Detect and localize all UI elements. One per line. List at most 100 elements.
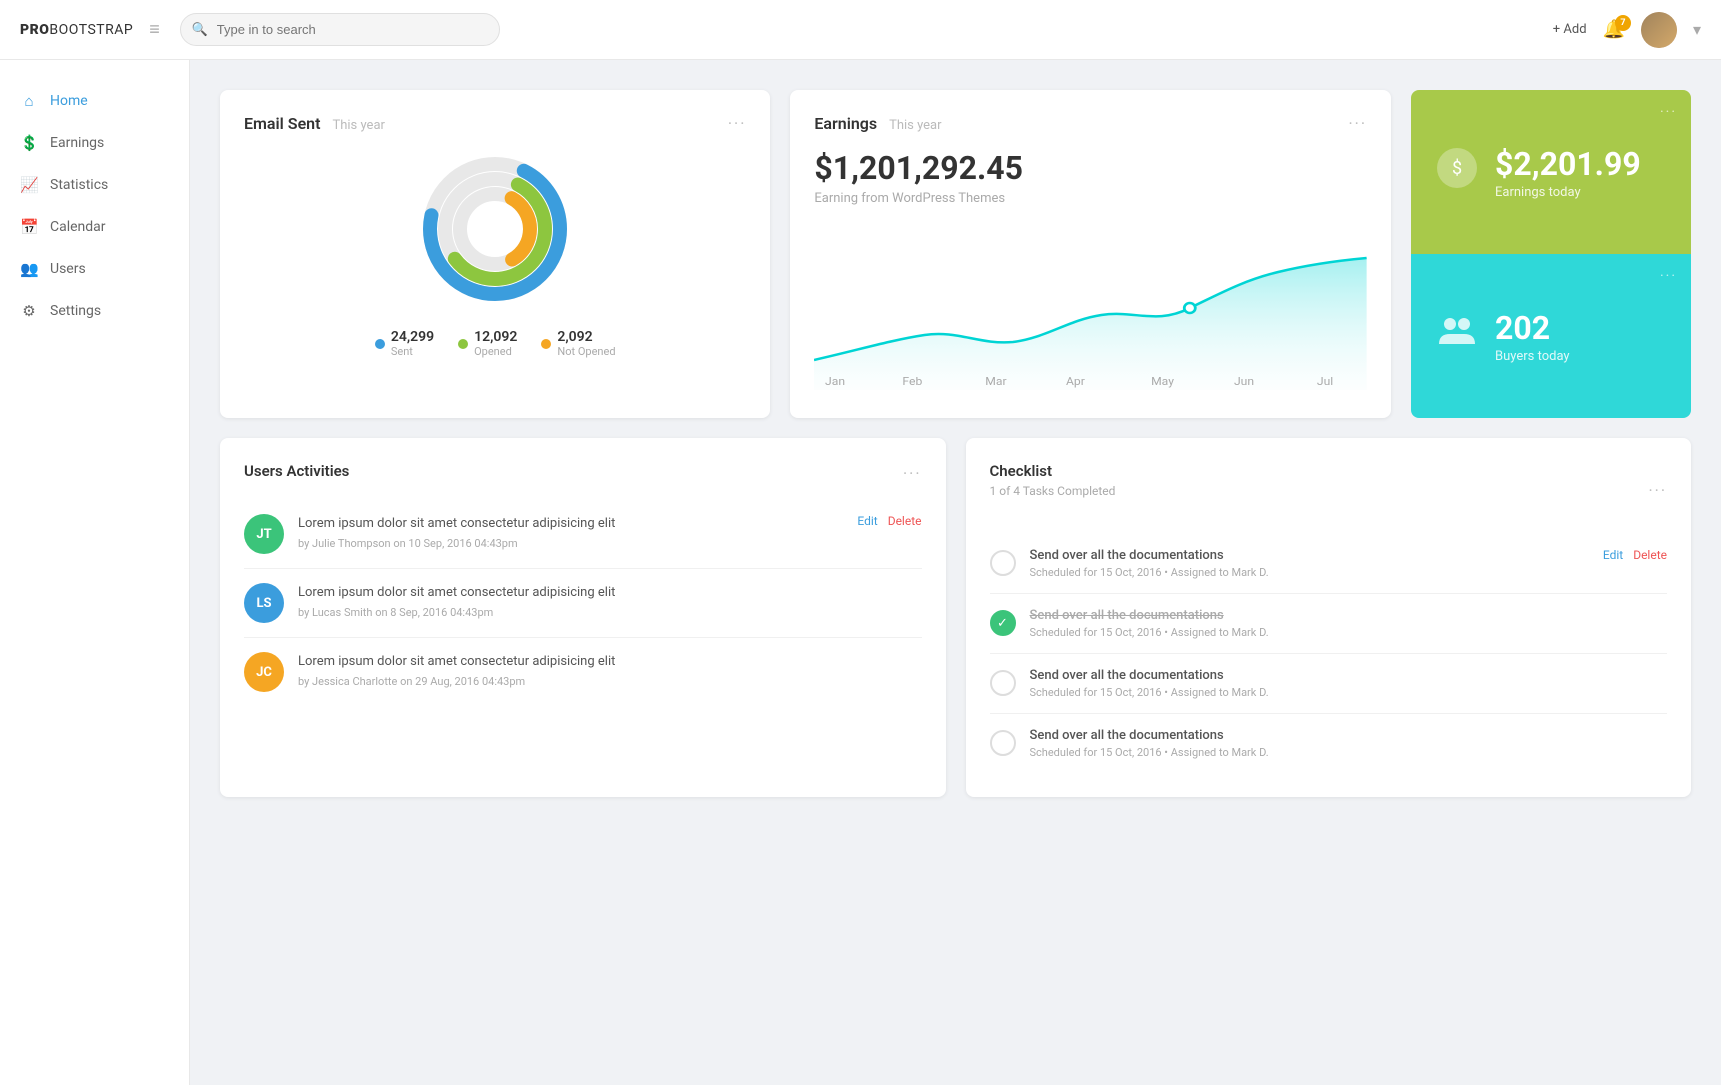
sidebar-item-calendar[interactable]: 📅 Calendar <box>0 206 189 248</box>
check-body-0: Send over all the documentations Schedul… <box>1030 548 1589 579</box>
activity-body-2: Lorem ipsum dolor sit amet consectetur a… <box>298 652 908 688</box>
checklist-more[interactable]: ··· <box>1648 481 1667 500</box>
donut-legend: 24,299 Sent 12,092 Opened <box>244 329 746 358</box>
search-input[interactable] <box>180 13 500 46</box>
email-sent-header: Email Sent This year ··· <box>244 114 746 133</box>
brand-logo: PROBOOTSTRAP <box>20 22 133 38</box>
dollar-icon: 💲 <box>20 134 38 152</box>
top-nav: PROBOOTSTRAP ≡ 🔍 + Add 🔔 7 ▾ <box>0 0 1721 60</box>
avatar-jc: JC <box>244 652 284 692</box>
sidebar-label-statistics: Statistics <box>50 177 108 193</box>
sidebar-item-users[interactable]: 👥 Users <box>0 248 189 290</box>
check-delete-0[interactable]: Delete <box>1633 548 1667 562</box>
activity-actions-0: Edit Delete <box>857 514 921 528</box>
activity-item-0: JT Lorem ipsum dolor sit amet consectetu… <box>244 500 922 569</box>
check-title-1: Send over all the documentations <box>1030 608 1668 623</box>
activity-meta-0: by Julie Thompson on 10 Sep, 2016 04:43p… <box>298 537 843 550</box>
checklist-title: Checklist <box>990 462 1116 480</box>
settings-icon: ⚙ <box>20 302 38 320</box>
svg-text:Jan: Jan <box>825 375 845 388</box>
legend-opened: 12,092 Opened <box>458 329 517 358</box>
notifications-button[interactable]: 🔔 7 <box>1603 19 1625 40</box>
sidebar-label-users: Users <box>50 261 86 277</box>
buyers-today-icon <box>1435 310 1479 363</box>
donut-chart-wrap <box>244 149 746 309</box>
legend-not-opened: 2,092 Not Opened <box>541 329 615 358</box>
search-icon: 🔍 <box>192 22 208 37</box>
buyers-today-inner: 202 Buyers today <box>1435 309 1667 364</box>
check-item-1: ✓ Send over all the documentations Sched… <box>990 594 1668 654</box>
check-title-2: Send over all the documentations <box>1030 668 1668 683</box>
check-circle-2[interactable] <box>990 670 1016 696</box>
earnings-amount: $1,201,292.45 <box>814 149 1367 187</box>
avatar[interactable] <box>1641 12 1677 48</box>
buyers-today-more[interactable]: ··· <box>1660 268 1677 284</box>
check-circle-3[interactable] <box>990 730 1016 756</box>
check-body-1: Send over all the documentations Schedul… <box>1030 608 1668 639</box>
activity-meta-2: by Jessica Charlotte on 29 Aug, 2016 04:… <box>298 675 908 688</box>
delete-button-0[interactable]: Delete <box>888 514 922 528</box>
earnings-period: This year <box>889 118 941 133</box>
stats-icon: 📈 <box>20 176 38 194</box>
sidebar-item-home[interactable]: ⌂ Home <box>0 80 189 122</box>
activity-text-0: Lorem ipsum dolor sit amet consectetur a… <box>298 514 843 534</box>
legend-sent: 24,299 Sent <box>375 329 434 358</box>
check-circle-1[interactable]: ✓ <box>990 610 1016 636</box>
user-dropdown-icon[interactable]: ▾ <box>1693 20 1701 39</box>
avatar-ls: LS <box>244 583 284 623</box>
earnings-more[interactable]: ··· <box>1348 114 1367 133</box>
check-title-0: Send over all the documentations <box>1030 548 1589 563</box>
home-icon: ⌂ <box>20 92 38 110</box>
svg-text:Feb: Feb <box>903 375 923 388</box>
svg-text:May: May <box>1151 375 1174 388</box>
check-body-2: Send over all the documentations Schedul… <box>1030 668 1668 699</box>
checklist-header: Checklist 1 of 4 Tasks Completed ··· <box>990 462 1668 518</box>
checklist-subtitle: 1 of 4 Tasks Completed <box>990 484 1116 498</box>
email-sent-card: Email Sent This year ··· <box>220 90 770 418</box>
legend-dot-sent <box>375 339 385 349</box>
activity-text-1: Lorem ipsum dolor sit amet consectetur a… <box>298 583 908 603</box>
sidebar-item-earnings[interactable]: 💲 Earnings <box>0 122 189 164</box>
email-sent-period: This year <box>332 118 384 133</box>
check-edit-0[interactable]: Edit <box>1603 548 1623 562</box>
sidebar-item-statistics[interactable]: 📈 Statistics <box>0 164 189 206</box>
check-meta-1: Scheduled for 15 Oct, 2016 • Assigned to… <box>1030 626 1668 639</box>
legend-lbl-sent: Sent <box>391 345 434 358</box>
donut-chart <box>415 149 575 309</box>
avatar-image <box>1641 12 1677 48</box>
sidebar-label-calendar: Calendar <box>50 219 106 235</box>
earnings-line-chart: Jan Feb Mar Apr May Jun Jul <box>814 230 1367 390</box>
add-button[interactable]: + Add <box>1553 22 1587 37</box>
buyers-today-card: ··· 202 Buyers today <box>1411 254 1691 418</box>
email-sent-title: Email Sent <box>244 114 321 133</box>
email-sent-more[interactable]: ··· <box>728 114 747 133</box>
earnings-subtitle: Earning from WordPress Themes <box>814 191 1367 206</box>
sidebar-label-home: Home <box>50 93 88 109</box>
edit-button-0[interactable]: Edit <box>857 514 877 528</box>
svg-text:Jun: Jun <box>1234 375 1254 388</box>
sidebar-label-earnings: Earnings <box>50 135 104 151</box>
notif-badge: 7 <box>1615 15 1631 31</box>
activity-list: JT Lorem ipsum dolor sit amet consectetu… <box>244 500 922 706</box>
svg-text:Apr: Apr <box>1066 375 1085 388</box>
check-circle-0[interactable] <box>990 550 1016 576</box>
activity-item-1: LS Lorem ipsum dolor sit amet consectetu… <box>244 569 922 638</box>
activity-body-0: Lorem ipsum dolor sit amet consectetur a… <box>298 514 843 550</box>
calendar-icon: 📅 <box>20 218 38 236</box>
check-body-3: Send over all the documentations Schedul… <box>1030 728 1668 759</box>
sidebar-item-settings[interactable]: ⚙ Settings <box>0 290 189 332</box>
cards-row-1: Email Sent This year ··· <box>220 90 1691 418</box>
avatar-jt: JT <box>244 514 284 554</box>
legend-val-opened: 12,092 <box>474 329 517 345</box>
activity-text-2: Lorem ipsum dolor sit amet consectetur a… <box>298 652 908 672</box>
earnings-today-more[interactable]: ··· <box>1660 104 1677 120</box>
side-stat-cards: ··· $ $2,201.99 Earnings today <box>1411 90 1691 418</box>
activity-more[interactable]: ··· <box>903 464 922 483</box>
earnings-today-inner: $ $2,201.99 Earnings today <box>1435 145 1667 200</box>
menu-icon[interactable]: ≡ <box>149 19 160 40</box>
legend-lbl-not-opened: Not Opened <box>557 345 615 358</box>
earnings-header: Earnings This year ··· <box>814 114 1367 133</box>
checklist-card: Checklist 1 of 4 Tasks Completed ··· Sen… <box>966 438 1692 797</box>
activity-body-1: Lorem ipsum dolor sit amet consectetur a… <box>298 583 908 619</box>
earnings-today-card: ··· $ $2,201.99 Earnings today <box>1411 90 1691 254</box>
